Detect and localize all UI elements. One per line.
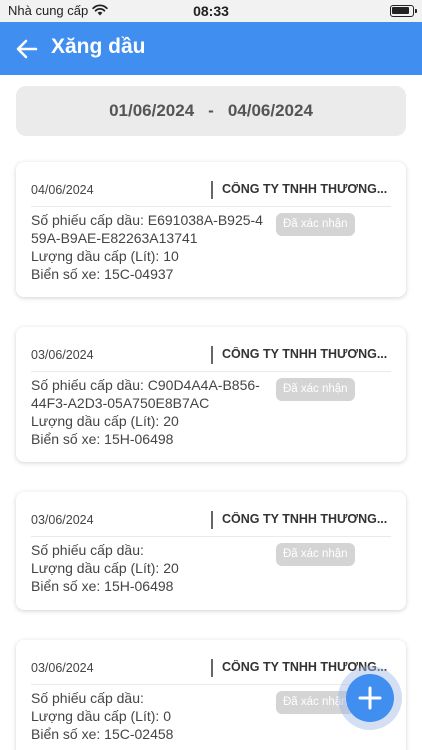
divider — [31, 536, 391, 537]
fuel-record-card[interactable]: 04/06/2024 CÔNG TY TNHH THƯƠNG... Số phi… — [16, 162, 406, 297]
battery-icon — [390, 5, 417, 17]
date-range-picker[interactable]: 01/06/2024 - 04/06/2024 — [16, 86, 406, 136]
fuel-amount: Lượng dầu cấp (Lít): 20 — [31, 560, 179, 576]
divider — [211, 511, 213, 529]
divider — [211, 659, 213, 677]
back-arrow-icon[interactable] — [14, 36, 40, 62]
license-plate: Biển số xe: 15C-04937 — [31, 266, 174, 282]
add-button-core[interactable] — [346, 674, 394, 722]
page-title: Xăng dầu — [51, 35, 146, 58]
record-date: 03/06/2024 — [31, 348, 94, 362]
fuel-amount: Lượng dầu cấp (Lít): 10 — [31, 248, 179, 264]
clock: 08:33 — [193, 3, 229, 19]
fuel-record-card[interactable]: 03/06/2024 CÔNG TY TNHH THƯƠNG... Số phi… — [16, 492, 406, 610]
fuel-record-card[interactable]: 03/06/2024 CÔNG TY TNHH THƯƠNG... Số phi… — [16, 327, 406, 462]
license-plate: Biển số xe: 15H-06498 — [31, 431, 174, 447]
status-bar: Nhà cung cấp 08:33 — [0, 0, 422, 22]
record-details: Số phiếu cấp dầu: C90D4A4A-B856-44F3-A2D… — [31, 376, 266, 448]
license-plate: Biển số xe: 15C-02458 — [31, 726, 174, 742]
license-plate: Biển số xe: 15H-06498 — [31, 578, 174, 594]
date-separator: - — [208, 101, 214, 120]
divider — [31, 684, 391, 685]
record-date: 04/06/2024 — [31, 183, 94, 197]
app-bar: Xăng dầu — [0, 22, 422, 75]
add-record-button[interactable] — [338, 666, 402, 730]
record-details: Số phiếu cấp dầu: Lượng dầu cấp (Lít): 0… — [31, 689, 266, 743]
date-from[interactable]: 01/06/2024 — [109, 101, 194, 121]
company-name: CÔNG TY TNHH THƯƠNG... — [222, 347, 388, 361]
fuel-amount: Lượng dầu cấp (Lít): 0 — [31, 708, 171, 724]
ticket-number: Số phiếu cấp dầu: — [31, 690, 144, 706]
plus-icon — [358, 686, 382, 710]
divider — [31, 206, 391, 207]
divider — [211, 181, 213, 199]
date-to[interactable]: 04/06/2024 — [228, 101, 313, 121]
company-name: CÔNG TY TNHH THƯƠNG... — [222, 512, 388, 526]
record-date: 03/06/2024 — [31, 513, 94, 527]
status-badge: Đã xác nhận — [276, 213, 355, 236]
ticket-number: Số phiếu cấp dầu: E691038A-B925-459A-B9A… — [31, 212, 263, 246]
status-badge: Đã xác nhận — [276, 543, 355, 566]
divider — [211, 346, 213, 364]
divider — [31, 371, 391, 372]
ticket-number: Số phiếu cấp dầu: C90D4A4A-B856-44F3-A2D… — [31, 377, 260, 411]
record-details: Số phiếu cấp dầu: E691038A-B925-459A-B9A… — [31, 211, 266, 283]
record-details: Số phiếu cấp dầu: Lượng dầu cấp (Lít): 2… — [31, 541, 266, 595]
company-name: CÔNG TY TNHH THƯƠNG... — [222, 182, 388, 196]
status-badge: Đã xác nhận — [276, 378, 355, 401]
record-date: 03/06/2024 — [31, 661, 94, 675]
fuel-amount: Lượng dầu cấp (Lít): 20 — [31, 413, 179, 429]
ticket-number: Số phiếu cấp dầu: — [31, 542, 144, 558]
